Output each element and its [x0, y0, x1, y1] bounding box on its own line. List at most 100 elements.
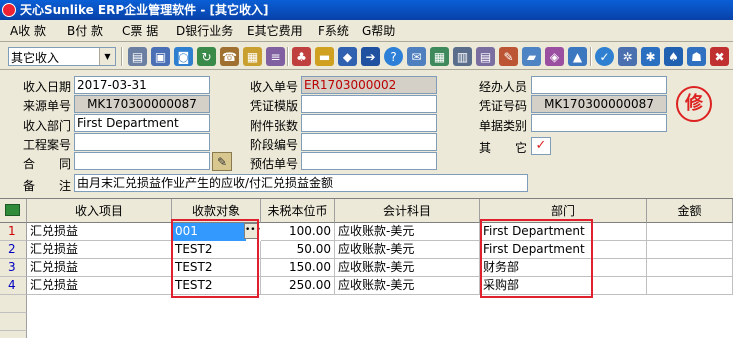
tree-icon[interactable]: ▲: [568, 47, 587, 66]
row-number[interactable]: 2: [0, 241, 27, 259]
window-title: 天心Sunlike ERP企业管理软件 - [其它收入]: [20, 3, 269, 17]
memo-field[interactable]: 由月末汇兑损益作业产生的应收/付汇兑损益金额: [74, 174, 528, 192]
exit-icon[interactable]: ✖: [710, 47, 729, 66]
cell-amount[interactable]: 50.00: [261, 241, 335, 259]
cell-item[interactable]: 汇兑损益: [27, 241, 172, 259]
toolbar-separator: [590, 47, 592, 66]
cell-target[interactable]: TEST2: [172, 259, 261, 277]
refresh-icon[interactable]: ↻: [197, 47, 216, 66]
dept-label: 收入部门: [23, 119, 72, 133]
row-number[interactable]: [0, 313, 27, 331]
col-header-amount[interactable]: 未税本位币: [261, 199, 335, 223]
document-icon[interactable]: ▦: [243, 47, 262, 66]
folder-icon[interactable]: ▬: [315, 47, 334, 66]
cell-dept[interactable]: 采购部: [480, 277, 647, 295]
cell-amount[interactable]: 250.00: [261, 277, 335, 295]
ellipsis-icon[interactable]: •••: [244, 223, 261, 239]
help-icon[interactable]: ?: [384, 47, 403, 66]
cell-account[interactable]: 应收账款-美元: [335, 259, 480, 277]
sitemap-icon[interactable]: ♠: [664, 47, 683, 66]
users-icon[interactable]: ☗: [687, 47, 706, 66]
col-header-dept[interactable]: 部门: [480, 199, 647, 223]
table-icon[interactable]: ▤: [476, 47, 495, 66]
cell-dept[interactable]: First Department: [480, 223, 647, 241]
bookmark-icon[interactable]: ◆: [338, 47, 357, 66]
menu-bills[interactable]: C票 据: [122, 23, 158, 39]
arrow-icon[interactable]: ➔: [361, 47, 380, 66]
doc-category-field[interactable]: [531, 114, 667, 132]
calendar-icon[interactable]: ▦: [430, 47, 449, 66]
modified-stamp: 修: [676, 86, 712, 122]
gear-icon[interactable]: ✲: [618, 47, 637, 66]
cell-target[interactable]: TEST2: [172, 241, 261, 259]
menu-system[interactable]: F系统: [318, 23, 349, 39]
cell-total[interactable]: [647, 277, 733, 295]
col-header-total[interactable]: 金额: [647, 199, 733, 223]
cell-amount[interactable]: 150.00: [261, 259, 335, 277]
cell-account[interactable]: 应收账款-美元: [335, 241, 480, 259]
source-no-label: 来源单号: [23, 99, 72, 113]
other-checkbox[interactable]: ✓: [531, 137, 551, 155]
project-no-field[interactable]: [74, 133, 210, 151]
col-header-item[interactable]: 收入项目: [27, 199, 172, 223]
cell-target-editing[interactable]: 001: [172, 223, 246, 241]
row-number[interactable]: 4: [0, 277, 27, 295]
col-header-account[interactable]: 会计科目: [335, 199, 480, 223]
list-icon[interactable]: ≡: [266, 47, 285, 66]
monitor-icon[interactable]: ◙: [174, 47, 193, 66]
cell-dept[interactable]: 财务部: [480, 259, 647, 277]
doc-type-select[interactable]: 其它收入 ▼: [8, 47, 116, 66]
handler-field[interactable]: [531, 76, 667, 94]
cell-total[interactable]: [647, 241, 733, 259]
cell-amount[interactable]: 100.00: [261, 223, 335, 241]
cell-item[interactable]: 汇兑损益: [27, 259, 172, 277]
menu-receipt[interactable]: A收 款: [10, 23, 46, 39]
row-number[interactable]: 1: [0, 223, 27, 241]
check-icon[interactable]: ✓: [595, 47, 614, 66]
menu-bank[interactable]: D银行业务: [176, 23, 233, 39]
cell-total[interactable]: [647, 259, 733, 277]
voucher-template-field[interactable]: [301, 95, 437, 113]
estimate-no-label: 预估单号: [250, 157, 299, 171]
cell-item[interactable]: 汇兑损益: [27, 277, 172, 295]
contract-lookup-icon[interactable]: ✎: [212, 152, 232, 171]
menu-other-expense[interactable]: E其它费用: [247, 23, 303, 39]
save-icon[interactable]: ▣: [151, 47, 170, 66]
app-icon: [2, 3, 16, 17]
menu-help[interactable]: G帮助: [362, 23, 395, 39]
excel-icon[interactable]: [5, 204, 20, 216]
contract-field[interactable]: [74, 152, 210, 170]
handler-label: 经办人员: [479, 80, 528, 94]
cell-total[interactable]: [647, 223, 733, 241]
voucher-no-field: MK170300000087: [531, 95, 667, 113]
doc-category-label: 单据类别: [479, 119, 528, 133]
cell-item[interactable]: 汇兑损益: [27, 223, 172, 241]
print-icon[interactable]: ▤: [128, 47, 147, 66]
cell-account[interactable]: 应收账款-美元: [335, 223, 480, 241]
memo-label: 备 注: [23, 179, 72, 193]
doc-type-value: 其它收入: [11, 51, 60, 65]
row-number[interactable]: [0, 331, 27, 338]
toolbar-separator: [121, 47, 123, 66]
cell-account[interactable]: 应收账款-美元: [335, 277, 480, 295]
attachments-field[interactable]: [301, 114, 437, 132]
cell-dept[interactable]: First Department: [480, 241, 647, 259]
node-icon[interactable]: ◈: [545, 47, 564, 66]
menu-payment[interactable]: B付 款: [67, 23, 103, 39]
dept-field[interactable]: First Department: [74, 114, 210, 132]
stage-no-field[interactable]: [301, 133, 437, 151]
mail-icon[interactable]: ✉: [407, 47, 426, 66]
receipt-date-field[interactable]: 2017-03-31: [74, 76, 210, 94]
grid-icon[interactable]: ▥: [453, 47, 472, 66]
row-number[interactable]: [0, 295, 27, 313]
estimate-no-field[interactable]: [301, 152, 437, 170]
col-header-target[interactable]: 收款对象: [172, 199, 261, 223]
chevron-down-icon[interactable]: ▼: [99, 48, 115, 65]
people-icon[interactable]: ♣: [292, 47, 311, 66]
cell-target[interactable]: TEST2: [172, 277, 261, 295]
row-number[interactable]: 3: [0, 259, 27, 277]
network-icon[interactable]: ✱: [641, 47, 660, 66]
stamp-icon[interactable]: ✎: [499, 47, 518, 66]
briefcase-icon[interactable]: ▰: [522, 47, 541, 66]
phone-icon[interactable]: ☎: [220, 47, 239, 66]
